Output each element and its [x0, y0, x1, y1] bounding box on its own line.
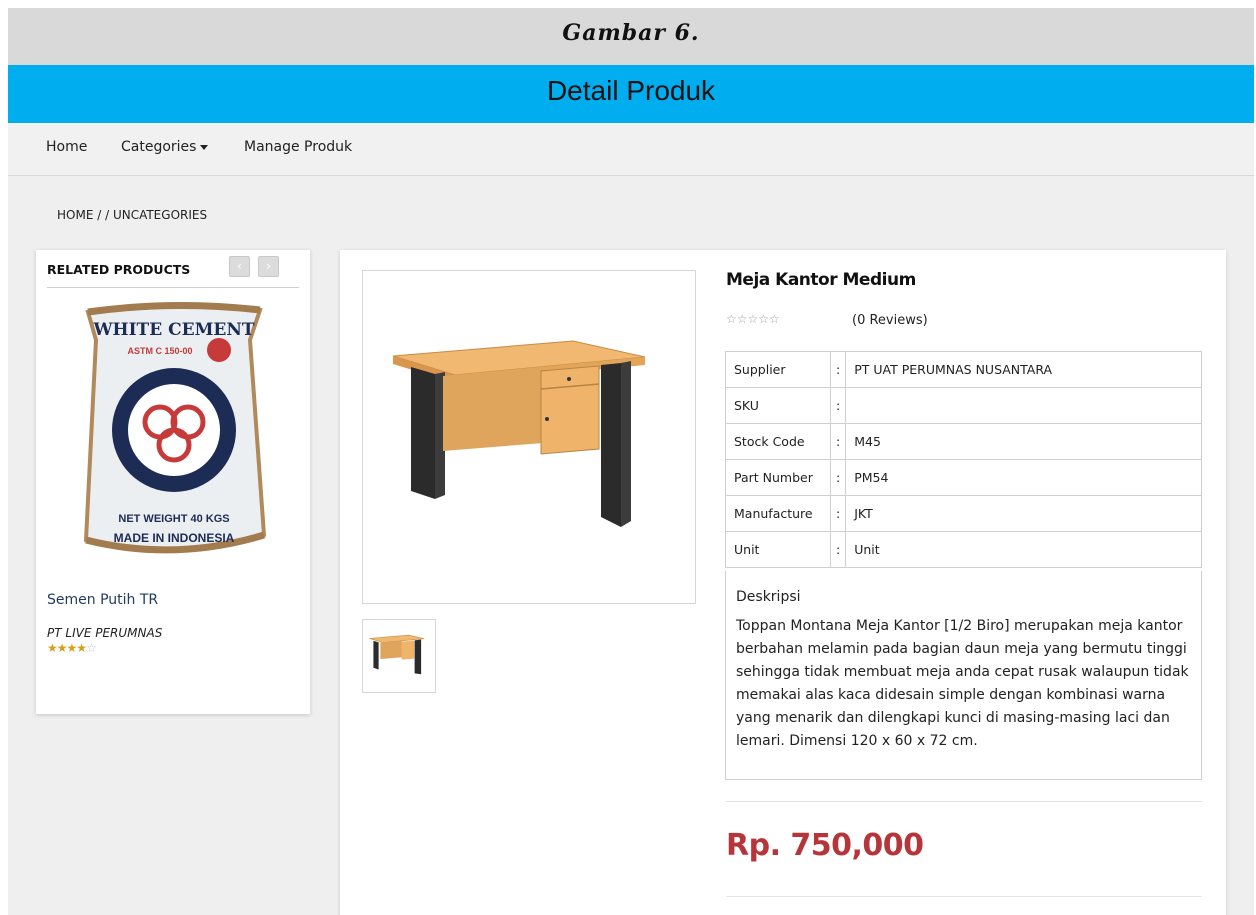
- product-main-image[interactable]: [362, 270, 696, 604]
- cement-bag-image[interactable]: WHITE CEMENT ASTM C 150-00 NET WEIGHT 40…: [74, 300, 274, 570]
- spec-row: Part Number : PM54: [725, 459, 1202, 496]
- spec-value: PM54: [845, 459, 1202, 496]
- spec-separator: :: [829, 531, 847, 568]
- spec-value: JKT: [845, 495, 1202, 532]
- nav-categories-label: Categories: [121, 139, 197, 155]
- spec-value: M45: [845, 423, 1202, 460]
- spec-label: Supplier: [725, 351, 831, 388]
- product-title: Meja Kantor Medium: [726, 270, 916, 290]
- price-divider-bottom: [726, 896, 1202, 897]
- spec-label: Stock Code: [725, 423, 831, 460]
- star-icon: ★: [66, 641, 78, 655]
- product-thumbnail[interactable]: [362, 619, 436, 693]
- nav-categories[interactable]: Categories: [121, 139, 209, 155]
- related-divider: [47, 287, 299, 288]
- desk-thumbnail-image: [369, 634, 425, 675]
- description-text: Toppan Montana Meja Kantor [1/2 Biro] me…: [736, 618, 1189, 749]
- product-rating-stars: ☆☆☆☆☆: [726, 312, 780, 326]
- bag-text-weight: NET WEIGHT 40 KGS: [118, 513, 229, 525]
- bag-text-made: MADE IN INDONESIA: [114, 531, 235, 545]
- page-frame: Gambar 6. Detail Produk Home Categories …: [8, 8, 1254, 915]
- spec-separator: :: [829, 423, 847, 460]
- top-navbar: Home Categories Manage Produk: [8, 123, 1254, 176]
- desk-image: [392, 340, 646, 527]
- spec-label: SKU: [725, 387, 831, 424]
- spec-row: Stock Code : M45: [725, 423, 1202, 460]
- related-prev-button[interactable]: ‹: [229, 256, 250, 277]
- product-price: Rp. 750,000: [726, 828, 924, 863]
- bag-text-astm: ASTM C 150-00: [127, 346, 192, 356]
- star-icon: ★: [47, 641, 58, 655]
- breadcrumb-home[interactable]: HOME: [57, 208, 93, 222]
- spec-row: Manufacture : JKT: [725, 495, 1202, 532]
- bag-text-top: WHITE CEMENT: [92, 320, 254, 340]
- spec-row: Unit : Unit: [725, 531, 1202, 568]
- nav-home[interactable]: Home: [46, 139, 87, 155]
- related-product-supplier: PT LIVE PERUMNAS: [47, 626, 163, 640]
- related-products-heading: RELATED PRODUCTS: [47, 262, 191, 277]
- breadcrumb: HOME / / UNCATEGORIES: [57, 208, 207, 222]
- product-detail-panel: Meja Kantor Medium ☆☆☆☆☆ (0 Reviews) Sup…: [340, 250, 1226, 915]
- spec-value: PT UAT PERUMNAS NUSANTARA: [845, 351, 1202, 388]
- spec-separator: :: [829, 495, 847, 532]
- bag-seal-icon: [207, 338, 231, 362]
- spec-separator: :: [829, 387, 847, 424]
- spec-row: SKU :: [725, 387, 1202, 424]
- chevron-left-icon: ‹: [237, 259, 242, 273]
- spec-separator: :: [829, 459, 847, 496]
- spec-separator: :: [829, 351, 847, 388]
- star-icon: ☆: [86, 641, 97, 655]
- spec-label: Manufacture: [725, 495, 831, 532]
- related-product-name[interactable]: Semen Putih TR: [47, 592, 158, 608]
- related-product-rating: ★★★★☆: [47, 641, 97, 655]
- breadcrumb-current: UNCATEGORIES: [112, 208, 208, 222]
- nav-manage-produk[interactable]: Manage Produk: [244, 139, 352, 155]
- related-products-panel: RELATED PRODUCTS ‹ › WHITE CEMENT ASTM C…: [36, 250, 310, 714]
- spec-value: [845, 387, 1202, 424]
- figure-caption: Gambar 6.: [562, 20, 700, 46]
- breadcrumb-separator: / /: [93, 208, 113, 222]
- caret-down-icon: [200, 144, 209, 150]
- spec-value: Unit: [845, 531, 1202, 568]
- product-spec-table: Supplier : PT UAT PERUMNAS NUSANTARA SKU…: [725, 351, 1202, 568]
- page-title: Detail Produk: [546, 75, 716, 106]
- star-icon: ★: [76, 641, 87, 655]
- price-divider-top: [726, 801, 1202, 802]
- star-icon: ★: [56, 641, 68, 655]
- figure-caption-bar: Gambar 6.: [8, 8, 1254, 65]
- spec-row: Supplier : PT UAT PERUMNAS NUSANTARA: [725, 351, 1202, 388]
- spec-label: Part Number: [725, 459, 831, 496]
- description-label: Deskripsi: [736, 589, 801, 605]
- related-next-button[interactable]: ›: [258, 256, 279, 277]
- page-title-bar: Detail Produk: [8, 65, 1254, 123]
- spec-label: Unit: [725, 531, 831, 568]
- product-description-box: Deskripsi Toppan Montana Meja Kantor [1/…: [725, 571, 1202, 780]
- product-review-count[interactable]: (0 Reviews): [852, 313, 928, 328]
- chevron-right-icon: ›: [266, 259, 271, 273]
